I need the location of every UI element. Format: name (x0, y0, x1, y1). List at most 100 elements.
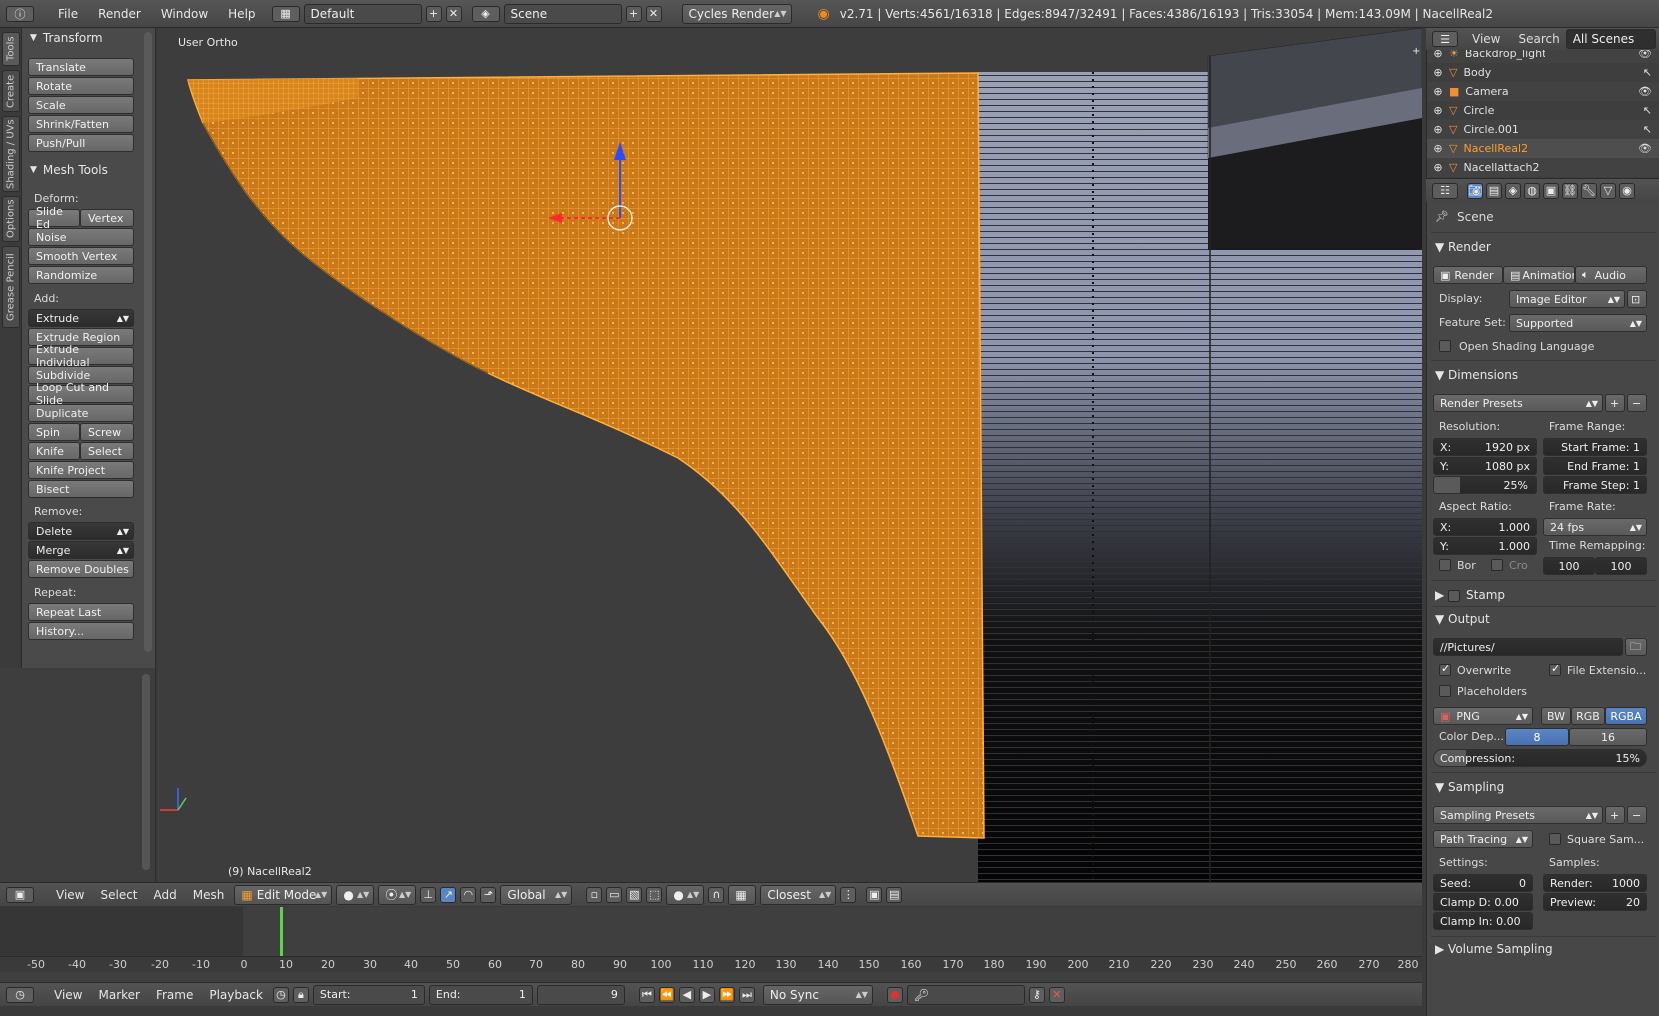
tab-shading-uvs[interactable]: Shading / UVs (2, 116, 20, 192)
timeline-view-menu[interactable]: View (48, 988, 88, 1002)
render-button[interactable]: ▣ Render (1433, 266, 1503, 284)
placeholders-checkbox[interactable] (1439, 685, 1451, 697)
end-frame-field[interactable]: End Frame: 1 (1543, 457, 1647, 475)
stamp-section-header[interactable]: ▶ Stamp (1435, 588, 1505, 602)
outliner-row[interactable]: ⊕ ☀ Backdrop_light 👁︎ (1427, 50, 1659, 63)
tab-options[interactable]: Options (2, 196, 20, 242)
spin-button[interactable]: Spin (28, 423, 80, 441)
knife-button[interactable]: Knife (28, 442, 80, 460)
world-tab-icon[interactable]: ◍ (1524, 182, 1540, 199)
remap-new-field[interactable]: 100 (1595, 557, 1647, 575)
snap-target-dropdown[interactable]: Closest ▲▼ (760, 884, 837, 905)
depth-8-toggle[interactable]: 8 (1505, 728, 1569, 746)
view-menu[interactable]: View (50, 888, 90, 902)
outliner-row[interactable]: ⊕ ▽ Circle.001 ↖ (1427, 120, 1659, 139)
manipulator-icon[interactable]: ⊥ (420, 886, 437, 903)
add-layout-icon[interactable]: + (425, 5, 442, 22)
remove-preset-button[interactable]: − (1627, 394, 1647, 412)
randomize-button[interactable]: Randomize (28, 266, 134, 284)
push-pull-button[interactable]: Push/Pull (28, 134, 134, 152)
transform-panel-header[interactable]: ▼ Transform (22, 28, 103, 48)
knife-project-button[interactable]: Knife Project (28, 461, 134, 479)
add-preset-button[interactable]: + (1605, 394, 1625, 412)
remove-layout-icon[interactable]: ✕ (445, 5, 462, 22)
border-checkbox[interactable] (1439, 559, 1451, 571)
orientation-dropdown[interactable]: Global ▲▼ (500, 884, 573, 905)
crop-checkbox[interactable] (1491, 559, 1503, 571)
repeat-last-button[interactable]: Repeat Last (28, 603, 134, 621)
playback-menu[interactable]: Playback (203, 988, 269, 1002)
region-scrollbar[interactable] (142, 674, 150, 870)
jump-start-icon[interactable]: ⏮ (638, 986, 655, 1003)
sampling-presets-dropdown[interactable]: Sampling Presets ▲▼ (1433, 806, 1603, 824)
opengl-anim-icon[interactable]: ▤ (886, 886, 903, 903)
file-browse-icon[interactable]: 🗀︎ (1625, 638, 1647, 656)
vertex-select-icon[interactable]: ▫ (586, 886, 603, 903)
animation-button[interactable]: ▤ Animation (1503, 266, 1575, 284)
outliner-row[interactable]: ⊕ ▽ Body ↖ (1427, 63, 1659, 82)
outliner-row-active[interactable]: ⊕ ▽ NacellReal2 👁︎ (1427, 139, 1659, 158)
pin-icon[interactable]: 📌︎ (1435, 210, 1449, 223)
opengl-render-icon[interactable]: ▣ (866, 886, 883, 903)
editor-type-icon[interactable]: ▣ (6, 886, 34, 903)
outliner-search-menu[interactable]: Search (1518, 32, 1559, 46)
shrink-fatten-button[interactable]: Shrink/Fatten (28, 115, 134, 133)
mesh-menu[interactable]: Mesh (187, 888, 231, 902)
render-engine-dropdown[interactable]: Cycles Render ▲▼ (681, 3, 792, 24)
integrator-dropdown[interactable]: Path Tracing ▲▼ (1433, 830, 1533, 848)
snap-element-dropdown[interactable]: ▦ (728, 884, 757, 905)
rotate-button[interactable]: Rotate (28, 77, 134, 95)
display-dropdown[interactable]: Image Editor ▲▼ (1509, 290, 1625, 308)
rgba-toggle[interactable]: RGBA (1605, 707, 1647, 725)
data-tab-icon[interactable]: ▽ (1600, 182, 1616, 199)
add-menu[interactable]: Add (148, 888, 183, 902)
frame-step-field[interactable]: Frame Step: 1 (1543, 476, 1647, 494)
menu-window[interactable]: Window (153, 7, 216, 21)
outliner-row[interactable]: ⊕ ▽ Circle ↖ (1427, 101, 1659, 120)
tab-grease-pencil[interactable]: Grease Pencil (2, 246, 20, 328)
play-icon[interactable]: ▶ (698, 986, 715, 1003)
snap-options-icon[interactable]: ⋮ (840, 886, 857, 903)
render-samples-field[interactable]: Render: 1000 (1543, 874, 1647, 892)
constraints-tab-icon[interactable]: ⛓︎ (1562, 182, 1578, 199)
outliner-editor-icon[interactable]: ☰ (1432, 31, 1458, 47)
face-select-icon[interactable]: ▧ (626, 886, 643, 903)
tab-tools[interactable]: Tools (2, 32, 20, 66)
menu-file[interactable]: File (50, 7, 86, 21)
clamp-direct-field[interactable]: Clamp D: 0.00 (1433, 893, 1533, 911)
add-scene-icon[interactable]: + (625, 5, 642, 22)
noise-button[interactable]: Noise (28, 228, 134, 246)
edge-select-icon[interactable]: ▭ (606, 886, 623, 903)
clamp-indirect-field[interactable]: Clamp In: 0.00 (1433, 912, 1533, 930)
select-menu[interactable]: Select (94, 888, 143, 902)
record-icon[interactable]: ● (886, 986, 903, 1003)
loop-cut-button[interactable]: Loop Cut and Slide (28, 381, 134, 407)
shading-dropdown[interactable]: ● ▲▼ (336, 884, 375, 905)
render-presets-dropdown[interactable]: Render Presets ▲▼ (1433, 394, 1603, 412)
compression-slider[interactable]: Compression: 15% (1433, 749, 1647, 767)
proportional-dropdown[interactable]: ● ▲▼ (666, 884, 705, 905)
aspect-y-field[interactable]: Y: 1.000 (1433, 537, 1537, 555)
jump-end-icon[interactable]: ⏭ (738, 986, 755, 1003)
select-arrow-icon[interactable]: ↖ (1643, 104, 1652, 117)
aspect-x-field[interactable]: X: 1.000 (1433, 518, 1537, 536)
select-arrow-icon[interactable]: ↖ (1643, 123, 1652, 136)
next-keyframe-icon[interactable]: ⏩ (718, 986, 735, 1003)
file-extension-checkbox[interactable] (1549, 662, 1561, 676)
pivot-dropdown[interactable]: ⦿ ▲▼ (378, 884, 417, 905)
remove-doubles-button[interactable]: Remove Doubles (28, 560, 134, 578)
layout-field[interactable]: Default (303, 3, 422, 24)
resolution-percentage-slider[interactable]: 25% (1433, 476, 1537, 494)
knife-select-button[interactable]: Select (80, 442, 134, 460)
menu-help[interactable]: Help (220, 7, 263, 21)
visibility-eye-icon[interactable]: 👁︎ (1638, 50, 1652, 60)
current-frame-line[interactable] (280, 907, 283, 957)
keying-set-field[interactable]: 🔑︎ (906, 984, 1025, 1005)
screw-button[interactable]: Screw (80, 423, 134, 441)
3d-viewport[interactable]: User Ortho (9) NacellReal2 + (158, 28, 1422, 882)
remove-scene-icon[interactable]: ✕ (645, 5, 662, 22)
dimensions-section-header[interactable]: ▼ Dimensions (1435, 368, 1518, 382)
mesh-tools-panel-header[interactable]: ▼ Mesh Tools (22, 160, 108, 180)
scene-tab-icon[interactable]: ◈ (1505, 182, 1521, 199)
depth-16-toggle[interactable]: 16 (1569, 728, 1647, 746)
